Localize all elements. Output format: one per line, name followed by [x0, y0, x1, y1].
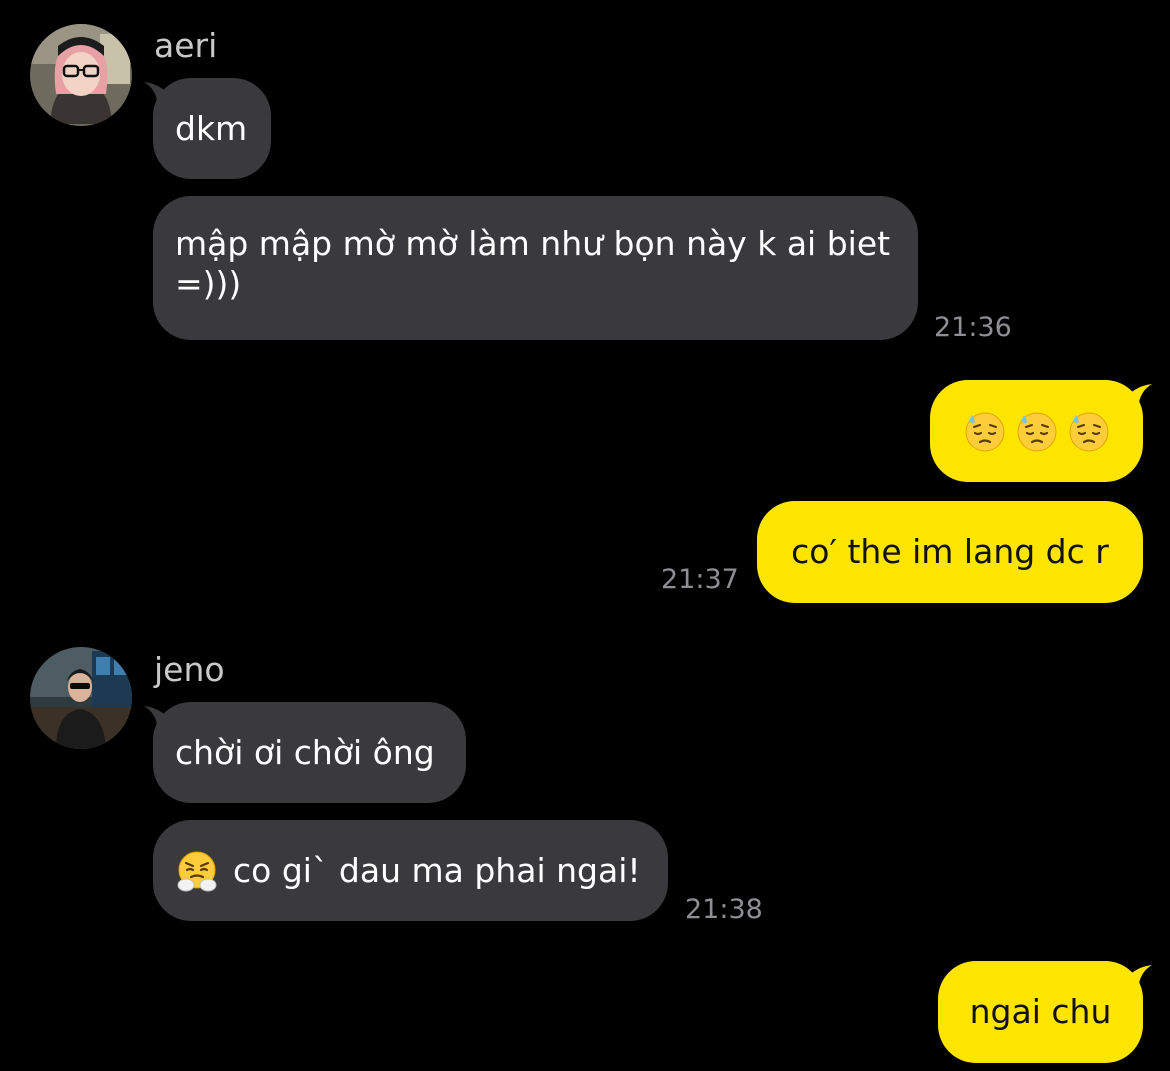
- message-text: co′ the im lang dc r: [791, 532, 1109, 571]
- message-bubble-outgoing[interactable]: [930, 380, 1143, 482]
- avatar-aeri[interactable]: [30, 24, 132, 126]
- avatar-jeno-image: [30, 647, 132, 749]
- message-bubble-outgoing[interactable]: co′ the im lang dc r: [757, 501, 1143, 603]
- message-bubble-outgoing[interactable]: ngai chu: [938, 961, 1143, 1063]
- message-timestamp: 21:38: [685, 894, 763, 925]
- message-text: dkm: [175, 108, 248, 148]
- downcast-sweat-face-emoji: [1015, 409, 1059, 453]
- message-bubble-incoming[interactable]: co gi` dau ma phai ngai!: [153, 820, 668, 921]
- steam-from-nose-face-emoji: [175, 849, 219, 893]
- sender-name-aeri: aeri: [154, 26, 218, 65]
- avatar-aeri-image: [30, 24, 132, 126]
- sender-name-jeno: jeno: [154, 650, 225, 689]
- message-timestamp: 21:37: [661, 564, 739, 595]
- downcast-sweat-face-emoji: [1067, 409, 1111, 453]
- message-text: co gi` dau ma phai ngai!: [233, 850, 641, 890]
- message-text: =))): [175, 264, 242, 303]
- message-bubble-incoming[interactable]: chời ơi chời ông: [153, 702, 466, 803]
- downcast-sweat-face-emoji: [963, 409, 1007, 453]
- message-timestamp: 21:36: [934, 312, 1012, 343]
- message-bubble-incoming[interactable]: dkm: [153, 78, 271, 179]
- message-bubble-incoming[interactable]: mập mập mờ mờ làm như bọn này k ai biet …: [153, 196, 918, 340]
- message-text: chời ơi chời ông: [175, 732, 435, 772]
- message-text: ngai chu: [969, 992, 1112, 1031]
- avatar-jeno[interactable]: [30, 647, 132, 749]
- emoji-row: [963, 409, 1111, 453]
- message-text: mập mập mờ mờ làm như bọn này k ai biet: [175, 224, 891, 263]
